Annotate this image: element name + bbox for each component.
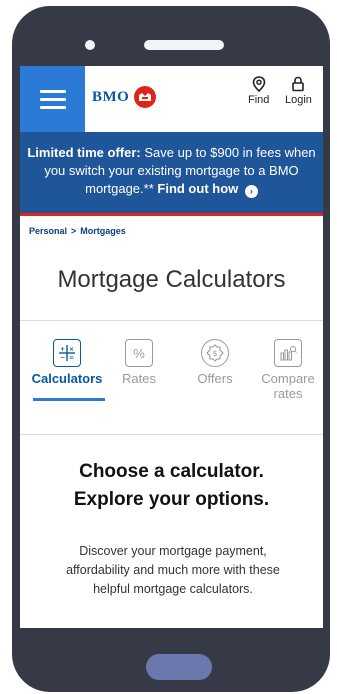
svg-text:+: +: [60, 346, 65, 353]
menu-line: [39, 97, 66, 101]
offer-badge-icon: $: [201, 339, 229, 367]
compare-chart-icon: [274, 339, 302, 367]
calculator-icon: + × − =: [53, 339, 81, 367]
percent-icon: %: [125, 339, 153, 367]
speaker-slot: [144, 40, 224, 50]
page-title: Mortgage Calculators: [57, 266, 286, 293]
tab-calculators-label: Calculators: [31, 371, 103, 386]
banner-link[interactable]: Find out how: [157, 181, 238, 196]
location-pin-icon: [252, 76, 266, 92]
svg-text:=: =: [69, 355, 74, 362]
menu-line: [39, 89, 66, 93]
breadcrumb: Personal > Mortgages: [29, 226, 126, 236]
breadcrumb-separator: >: [71, 226, 77, 236]
tab-compare-rates[interactable]: Compare rates: [250, 339, 323, 401]
hamburger-menu-button[interactable]: [20, 66, 85, 132]
tab-calculators[interactable]: + × − = Calculators: [29, 339, 105, 386]
menu-line: [39, 105, 66, 109]
headline-line-2: Explore your options.: [73, 489, 270, 510]
find-label: Find: [248, 94, 270, 106]
top-navigation: BMO Find Login: [20, 66, 323, 132]
tab-rates-label: Rates: [122, 371, 156, 386]
promo-banner: Limited time offer: Save up to $900 in f…: [20, 132, 323, 216]
login-button[interactable]: Login: [285, 76, 312, 106]
tab-offers[interactable]: $ Offers: [177, 339, 253, 386]
divider: [20, 434, 323, 435]
active-tab-indicator: [33, 398, 105, 401]
camera-dot: [85, 40, 95, 50]
headline-line-1: Choose a calculator.: [79, 461, 264, 482]
bmo-roundel-icon: [134, 86, 157, 108]
logo-text: BMO: [92, 88, 130, 105]
breadcrumb-personal[interactable]: Personal: [29, 226, 67, 236]
home-button[interactable]: [146, 654, 212, 680]
svg-text:$: $: [212, 349, 217, 358]
breadcrumb-mortgages[interactable]: Mortgages: [80, 226, 126, 236]
find-button[interactable]: Find: [248, 76, 269, 106]
divider: [20, 320, 323, 321]
bmo-logo[interactable]: BMO: [92, 86, 157, 108]
phone-screen: BMO Find Login Limited time offer: Save …: [20, 66, 323, 628]
lock-icon: [292, 76, 305, 92]
tab-offers-label: Offers: [197, 371, 233, 386]
svg-text:×: ×: [69, 346, 74, 353]
banner-bold-text: Limited time offer:: [27, 145, 141, 160]
chevron-right-icon[interactable]: ›: [244, 185, 258, 198]
tab-compare-rates-label: Compare rates: [261, 371, 315, 401]
tab-rates[interactable]: % Rates: [101, 339, 177, 386]
section-description: Discover your mortgage payment, affordab…: [66, 544, 280, 596]
login-label: Login: [285, 94, 312, 106]
section-headline: Choose a calculator. Explore your option…: [20, 458, 323, 514]
svg-text:−: −: [60, 355, 65, 362]
